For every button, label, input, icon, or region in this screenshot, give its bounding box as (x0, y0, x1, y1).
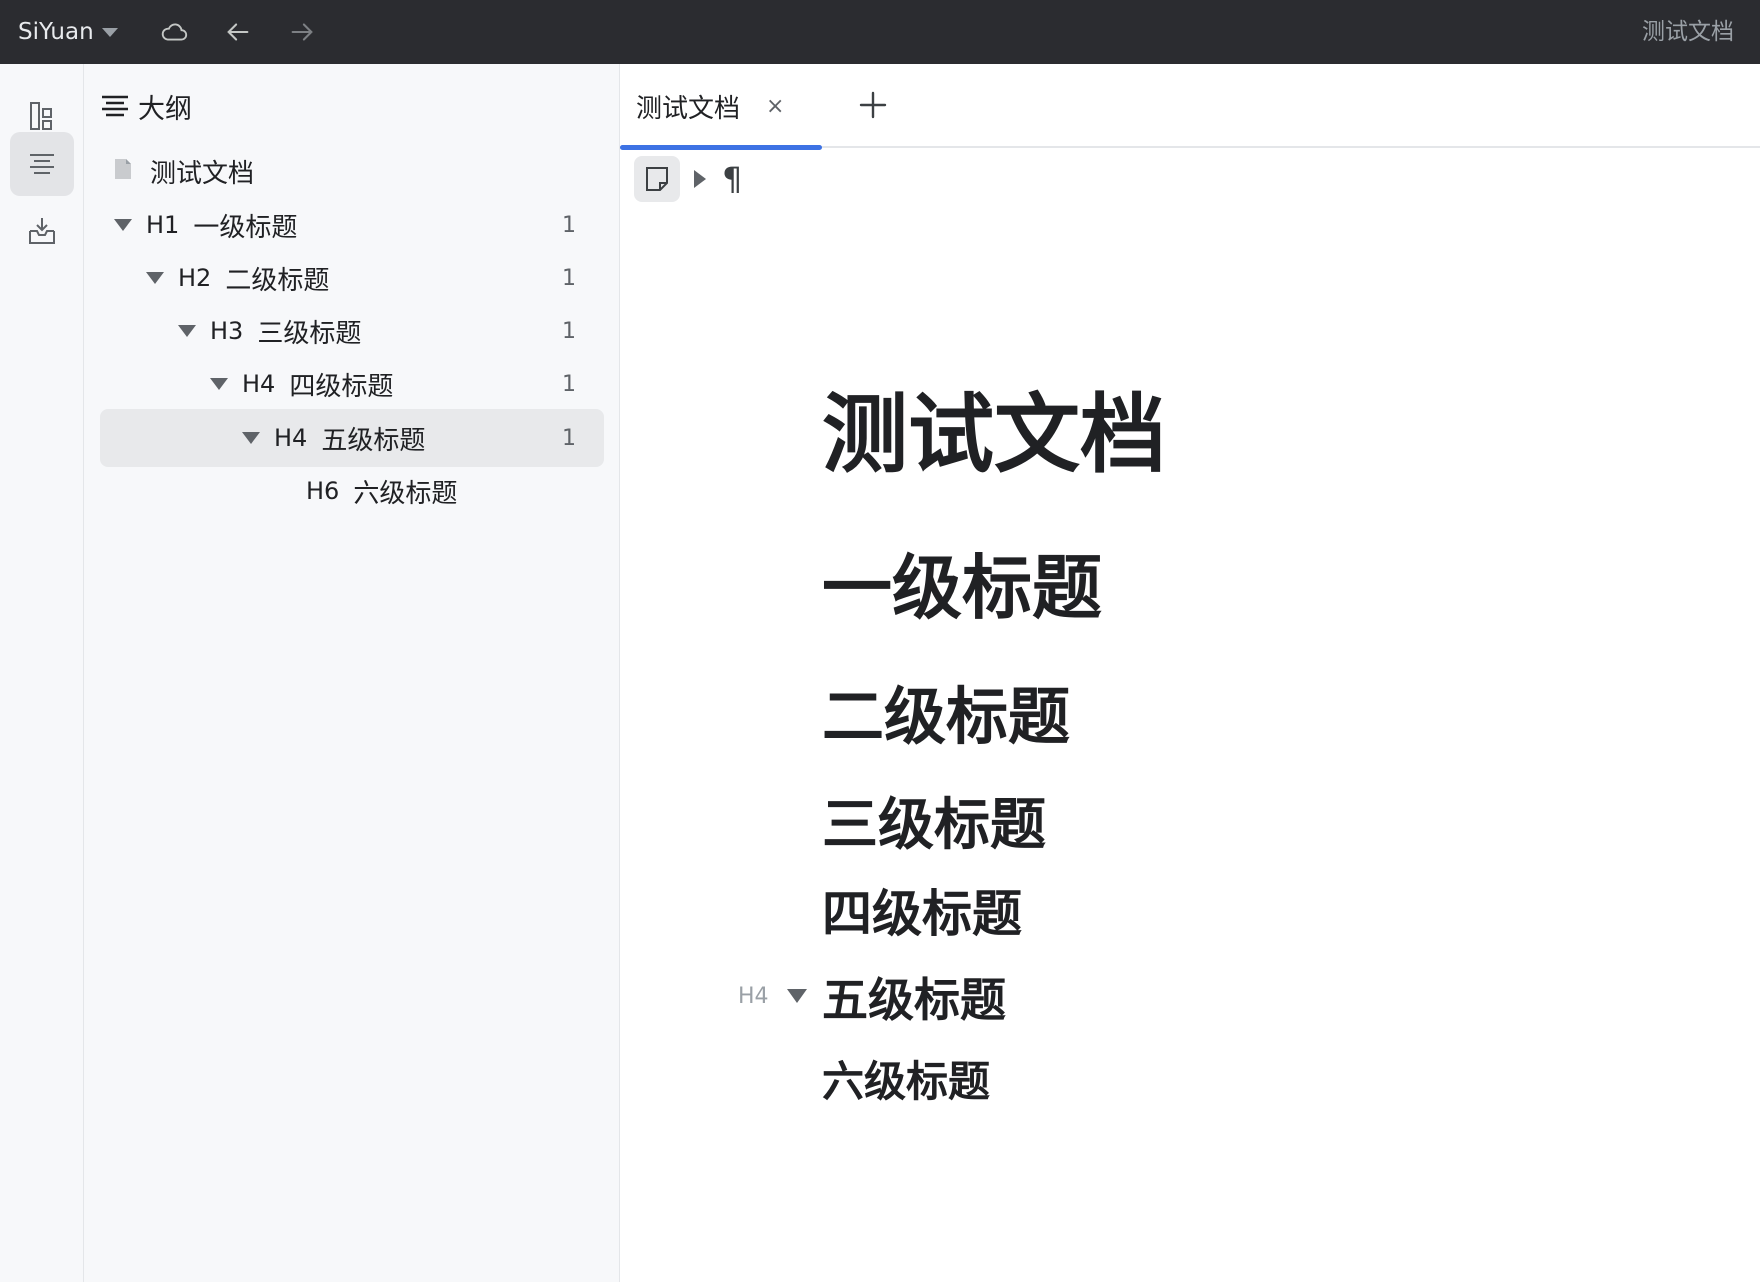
app-menu-button[interactable]: SiYuan (0, 0, 136, 64)
heading-level: H4 (242, 370, 276, 398)
outline-item-label: 一级标题 (193, 212, 298, 243)
caret-down-icon (101, 27, 118, 37)
dock (0, 64, 84, 1282)
document-body: 测试文档 一级标题 二级标题 三级标题 四级标题 H4 五级标题 六级标题 (620, 64, 1760, 1282)
caret-down-icon[interactable] (242, 432, 260, 444)
heading-1[interactable]: 一级标题 (822, 532, 1102, 633)
outline-item-count: 1 (562, 318, 576, 344)
heading-2[interactable]: 二级标题 (822, 666, 1070, 756)
back-button[interactable] (212, 6, 264, 58)
cloud-icon (161, 23, 187, 41)
dock-inbox-button[interactable] (10, 198, 74, 262)
outline-item-h5[interactable]: H4 五级标题 1 (100, 409, 604, 467)
arrow-left-icon (226, 23, 249, 41)
document-title[interactable]: 测试文档 (822, 364, 1166, 489)
outline-item-count: 1 (562, 425, 576, 451)
dock-outline-button[interactable] (10, 132, 74, 196)
inbox-icon (29, 218, 55, 244)
caret-down-icon[interactable] (786, 989, 807, 1003)
outline-panel: 大纲 测试文档 H1 一级标题 1 H2 二级标题 1 H3 三级标题 1 H4… (84, 64, 620, 1282)
outline-item-label: 五级标题 (321, 425, 426, 456)
heading-level: H2 (178, 264, 212, 292)
heading-5[interactable]: 五级标题 (822, 964, 1006, 1030)
outline-title: 大纲 (138, 93, 192, 125)
caret-down-icon[interactable] (210, 378, 228, 390)
heading-6[interactable]: 六级标题 (822, 1048, 990, 1109)
outline-item-h3[interactable]: H3 三级标题 1 (100, 302, 604, 360)
file-tree-icon (30, 102, 52, 130)
caret-down-icon[interactable] (146, 272, 164, 284)
outline-icon (102, 95, 128, 117)
heading-3[interactable]: 三级标题 (822, 780, 1046, 861)
outline-item-h1[interactable]: H1 一级标题 1 (100, 196, 604, 254)
arrow-right-icon (291, 23, 313, 41)
editor: 测试文档 × ¶ 测试文档 一级标题 二级标题 三级标题 四级标题 H4 五级标… (620, 64, 1760, 1282)
outline-item-count: 1 (562, 265, 576, 291)
outline-item-label: 六级标题 (353, 478, 458, 509)
heading-level: H1 (146, 211, 180, 239)
heading-level: H4 (274, 424, 308, 452)
outline-doc-item[interactable]: 测试文档 (100, 142, 604, 200)
outline-item-label: 四级标题 (289, 371, 394, 402)
outline-doc-label: 测试文档 (150, 158, 255, 189)
heading-level: H6 (306, 477, 340, 505)
app-name: SiYuan (18, 19, 94, 45)
heading-level: H3 (210, 317, 244, 345)
outline-item-label: 三级标题 (257, 318, 362, 349)
outline-item-count: 1 (562, 371, 576, 397)
caret-down-icon[interactable] (178, 325, 196, 337)
forward-button[interactable] (276, 6, 328, 58)
outline-item-h6[interactable]: H6 六级标题 (100, 462, 604, 520)
sync-button[interactable] (148, 6, 200, 58)
outline-header: 大纲 (98, 86, 192, 126)
heading-4[interactable]: 四级标题 (822, 874, 1022, 946)
outline-item-h4[interactable]: H4 四级标题 1 (100, 355, 604, 413)
title-bar: SiYuan 测试文档 (0, 0, 1760, 64)
outline-icon (30, 154, 54, 174)
document-icon (110, 156, 136, 186)
outline-item-h2[interactable]: H2 二级标题 1 (100, 249, 604, 307)
outline-item-label: 二级标题 (225, 265, 330, 296)
window-title: 测试文档 (1642, 19, 1734, 45)
caret-down-icon[interactable] (114, 219, 132, 231)
outline-item-count: 1 (562, 212, 576, 238)
block-gutter: H4 (738, 976, 807, 1016)
gutter-heading-level[interactable]: H4 (738, 984, 769, 1009)
